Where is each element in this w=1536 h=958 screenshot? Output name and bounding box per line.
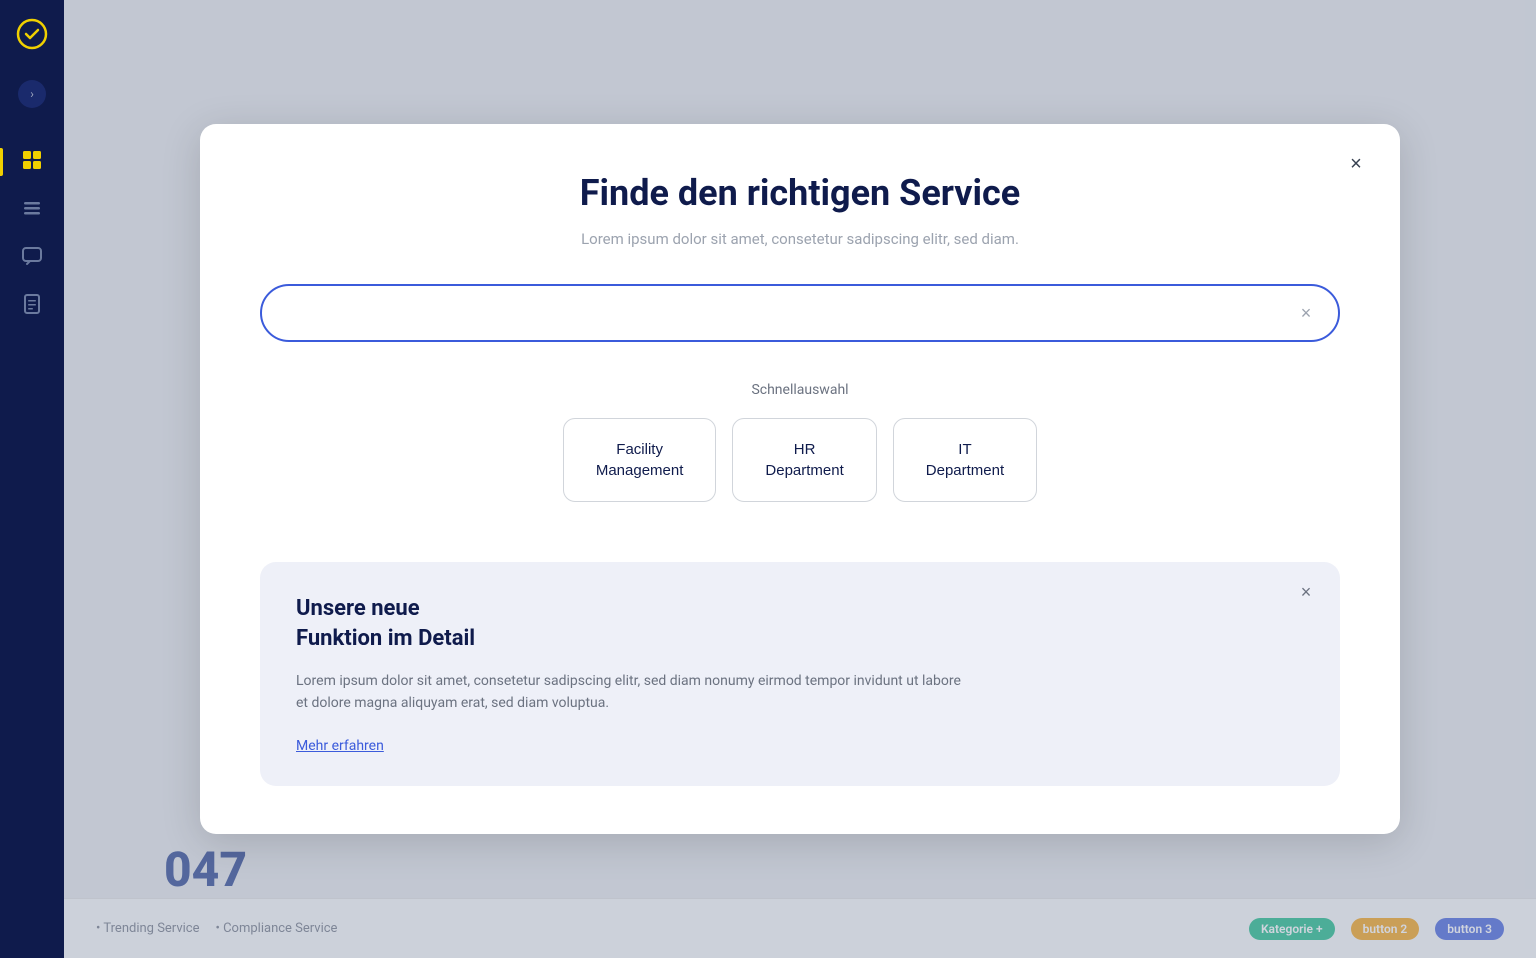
modal-title: Finde den richtigen Service xyxy=(260,172,1340,214)
close-icon: × xyxy=(1350,153,1362,176)
search-container: × xyxy=(260,284,1340,342)
info-card-title: Unsere neueFunktion im Detail xyxy=(296,594,1304,653)
info-card: × Unsere neueFunktion im Detail Lorem ip… xyxy=(260,562,1340,785)
quick-select-options: FacilityManagement HRDepartment ITDepart… xyxy=(260,418,1340,502)
search-input[interactable] xyxy=(260,284,1340,342)
quick-option-facility[interactable]: FacilityManagement xyxy=(563,418,717,502)
modal-close-button[interactable]: × xyxy=(1340,148,1372,180)
search-clear-button[interactable]: × xyxy=(1292,299,1320,327)
sidebar-item-reports[interactable] xyxy=(10,284,54,328)
quick-option-it[interactable]: ITDepartment xyxy=(893,418,1037,502)
sidebar-item-chat[interactable] xyxy=(10,236,54,280)
service-finder-modal: × Finde den richtigen Service Lorem ipsu… xyxy=(200,124,1400,833)
sidebar: › xyxy=(0,0,64,958)
sidebar-nav xyxy=(0,140,64,328)
info-card-close-icon: × xyxy=(1301,582,1312,603)
list-icon xyxy=(21,197,43,224)
modal-wrapper: × Finde den richtigen Service Lorem ipsu… xyxy=(64,0,1536,958)
app-logo xyxy=(14,16,50,52)
reports-icon xyxy=(21,293,43,320)
sidebar-item-list[interactable] xyxy=(10,188,54,232)
clear-icon: × xyxy=(1301,303,1312,324)
quick-select-label: Schnellauswahl xyxy=(260,382,1340,398)
dashboard-icon xyxy=(21,149,43,176)
info-card-link[interactable]: Mehr erfahren xyxy=(296,738,384,754)
main-content: 047 • Trending Service • Compliance Serv… xyxy=(64,0,1536,958)
chevron-right-icon: › xyxy=(30,87,34,101)
modal-subtitle: Lorem ipsum dolor sit amet, consetetur s… xyxy=(260,230,1340,248)
sidebar-item-dashboard[interactable] xyxy=(10,140,54,184)
info-card-close-button[interactable]: × xyxy=(1292,578,1320,606)
info-card-text: Lorem ipsum dolor sit amet, consetetur s… xyxy=(296,670,976,715)
sidebar-toggle[interactable]: › xyxy=(18,80,46,108)
quick-option-hr[interactable]: HRDepartment xyxy=(732,418,876,502)
chat-icon xyxy=(21,245,43,272)
